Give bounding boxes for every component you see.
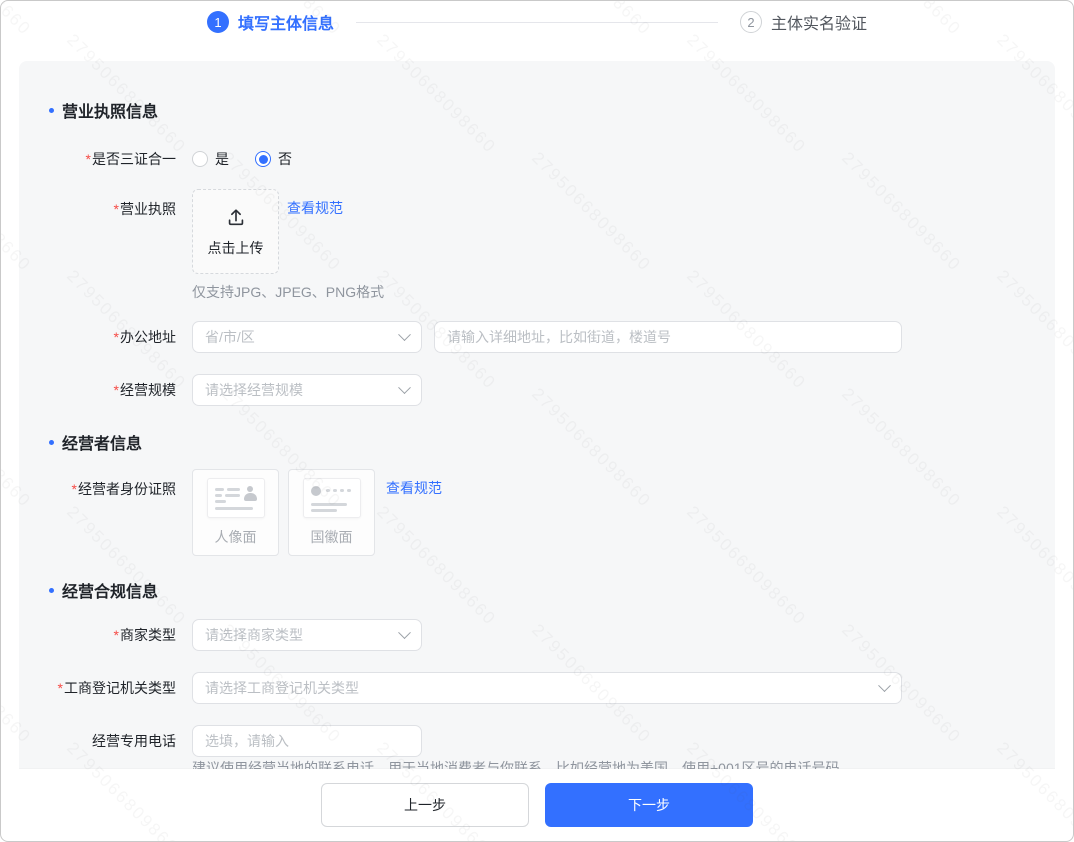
radio-unchecked-icon[interactable] [192, 151, 208, 167]
three-in-one-label: *是否三证合一 [85, 151, 176, 167]
radio-no-label: 否 [278, 151, 292, 167]
license-upload-box[interactable]: 点击上传 [192, 189, 279, 274]
upload-box-text: 点击上传 [207, 239, 264, 256]
step-1-fill-subject-info: 1 填写主体信息 [206, 10, 334, 34]
license-view-spec-link[interactable]: 查看规范 [287, 189, 343, 218]
section-title-compliance: 经营合规信息 [49, 579, 1055, 601]
merchant-type-row: *商家类型 请选择商家类型 [19, 619, 1055, 651]
required-asterisk: * [57, 680, 63, 696]
radio-option-no[interactable]: 否 [255, 149, 292, 169]
form-panel: 营业执照信息 *是否三证合一 是 否 *营业执照 点击上传 查看规范 仅支持JP… [19, 61, 1055, 841]
section-bullet-icon [49, 439, 54, 445]
id-emblem-upload-box[interactable]: 国徽面 [288, 469, 375, 556]
step-2-number-badge: 2 [740, 11, 762, 33]
person-silhouette-icon [243, 486, 257, 501]
section-bullet-icon [49, 107, 54, 113]
chevron-down-icon [398, 625, 411, 639]
step-2-realname-verify: 2 主体实名验证 [740, 10, 867, 34]
region-select[interactable]: 省/市/区 [192, 321, 422, 353]
chevron-down-icon [878, 678, 891, 692]
business-license-label: *营业执照 [113, 201, 176, 217]
chevron-down-icon [398, 380, 411, 394]
merchant-type-placeholder: 请选择商家类型 [205, 627, 303, 643]
three-in-one-row: *是否三证合一 是 否 [19, 148, 1055, 170]
radio-option-yes[interactable]: 是 [192, 149, 229, 169]
business-scale-row: *经营规模 请选择经营规模 [19, 374, 1055, 406]
address-detail-input[interactable] [434, 321, 902, 353]
next-step-button[interactable]: 下一步 [545, 783, 753, 827]
required-asterisk: * [113, 627, 119, 643]
section-title-operator: 经营者信息 [49, 431, 1055, 453]
operator-id-row: *经营者身份证照 人像面 国徽面 查看规范 [19, 469, 1055, 556]
region-select-placeholder: 省/市/区 [205, 329, 255, 345]
registry-type-label: *工商登记机关类型 [57, 680, 176, 696]
id-emblem-card-icon [302, 478, 361, 518]
required-asterisk: * [113, 382, 119, 398]
radio-yes-label: 是 [215, 151, 229, 167]
business-scale-placeholder: 请选择经营规模 [205, 382, 303, 398]
step-connector-line [356, 21, 718, 23]
required-asterisk: * [113, 329, 119, 345]
business-scale-select[interactable]: 请选择经营规模 [192, 374, 422, 406]
business-license-row: *营业执照 点击上传 查看规范 仅支持JPG、JPEG、PNG格式 [19, 189, 1055, 302]
section-bullet-icon [49, 587, 54, 593]
id-portrait-upload-box[interactable]: 人像面 [192, 469, 279, 556]
step-1-number-badge: 1 [206, 11, 229, 33]
merchant-type-label: *商家类型 [113, 627, 176, 643]
registry-type-placeholder: 请选择工商登记机关类型 [205, 680, 359, 696]
office-address-label: *办公地址 [113, 329, 176, 345]
section-title-business-license: 营业执照信息 [49, 99, 1055, 121]
operator-id-label: *经营者身份证照 [71, 481, 176, 497]
page-frame: 1 填写主体信息 2 主体实名验证 营业执照信息 *是否三证合一 是 否 *营业… [0, 0, 1074, 842]
radio-checked-icon[interactable] [255, 151, 271, 167]
registry-type-select[interactable]: 请选择工商登记机关类型 [192, 672, 902, 704]
id-portrait-card-icon [206, 478, 265, 518]
business-phone-row: 经营专用电话 [19, 725, 1055, 757]
office-address-row: *办公地址 省/市/区 [19, 321, 1055, 353]
license-format-hint: 仅支持JPG、JPEG、PNG格式 [192, 284, 385, 300]
business-phone-input[interactable] [192, 725, 422, 757]
id-emblem-label: 国徽面 [310, 529, 353, 545]
section-title-text: 经营合规信息 [62, 584, 159, 601]
id-view-spec-link[interactable]: 查看规范 [386, 469, 442, 498]
business-scale-label: *经营规模 [113, 382, 176, 398]
three-in-one-radio-group: 是 否 [192, 149, 292, 169]
business-phone-label: 经营专用电话 [92, 733, 176, 749]
required-asterisk: * [85, 151, 91, 167]
operator-id-field: 人像面 国徽面 查看规范 [192, 469, 442, 556]
step-indicator: 1 填写主体信息 2 主体实名验证 [1, 1, 1073, 43]
upload-icon [228, 208, 243, 225]
chevron-down-icon [398, 327, 411, 341]
required-asterisk: * [71, 481, 77, 497]
section-title-text: 经营者信息 [62, 436, 143, 453]
id-portrait-label: 人像面 [214, 529, 257, 545]
emblem-circle-icon [310, 486, 321, 496]
required-asterisk: * [113, 201, 119, 217]
section-title-text: 营业执照信息 [62, 104, 159, 121]
registry-type-row: *工商登记机关类型 请选择工商登记机关类型 [19, 672, 1055, 704]
previous-step-button[interactable]: 上一步 [321, 783, 529, 827]
step-1-label: 填写主体信息 [237, 16, 334, 33]
business-license-field: 点击上传 查看规范 仅支持JPG、JPEG、PNG格式 [192, 189, 384, 302]
merchant-type-select[interactable]: 请选择商家类型 [192, 619, 422, 651]
footer-bar: 上一步 下一步 [19, 769, 1055, 841]
step-2-label: 主体实名验证 [771, 16, 868, 33]
